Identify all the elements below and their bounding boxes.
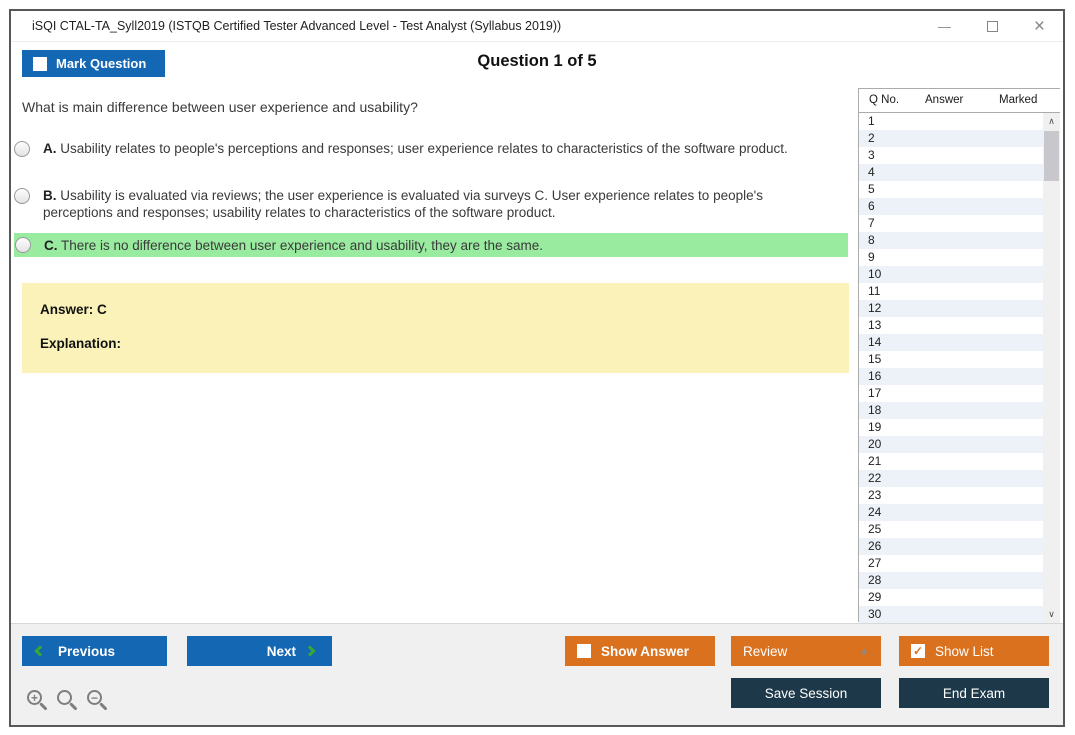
previous-button[interactable]: Previous: [22, 636, 167, 666]
option-a-body: Usability relates to people's perception…: [60, 141, 788, 156]
chevron-left-icon: [34, 645, 46, 657]
show-answer-button[interactable]: Show Answer: [565, 636, 715, 666]
question-list-row[interactable]: 11: [859, 283, 1044, 300]
question-counter: Question 1 of 5: [477, 52, 597, 70]
minimize-icon[interactable]: —: [938, 20, 951, 33]
zoom-in-icon[interactable]: +: [27, 690, 42, 705]
question-list-row[interactable]: 21: [859, 453, 1044, 470]
end-exam-label: End Exam: [942, 685, 1006, 701]
option-c-radio[interactable]: [15, 237, 31, 253]
maximize-icon[interactable]: [986, 21, 998, 32]
question-text: What is main difference between user exp…: [22, 99, 418, 115]
question-list-row[interactable]: 29: [859, 589, 1044, 606]
chevron-right-icon: [304, 645, 316, 657]
option-a-letter: A.: [43, 141, 57, 156]
end-exam-button[interactable]: End Exam: [899, 678, 1049, 708]
question-list-row[interactable]: 15: [859, 351, 1044, 368]
answer-box: Answer: C Explanation:: [22, 283, 849, 373]
question-list-row[interactable]: 17: [859, 385, 1044, 402]
option-b-letter: B.: [43, 188, 57, 203]
question-list-row[interactable]: 7: [859, 215, 1044, 232]
question-list-row[interactable]: 5: [859, 181, 1044, 198]
window-controls: — ×: [938, 11, 1045, 42]
review-dropdown[interactable]: Review ▲: [731, 636, 881, 666]
close-icon[interactable]: ×: [1034, 17, 1045, 36]
question-list-rows: 1 2 3 4 5 6 7 8 9 10 11 12 13 14 15 16 17 18 19 20 21 22 23 24 2…: [859, 113, 1044, 623]
title-bar: iSQI CTAL-TA_Syll2019 (ISTQB Certified T…: [11, 11, 1063, 42]
question-list-row[interactable]: 12: [859, 300, 1044, 317]
save-session-button[interactable]: Save Session: [731, 678, 881, 708]
option-b-text: B. Usability is evaluated via reviews; t…: [43, 187, 831, 221]
explanation-label: Explanation:: [40, 336, 122, 351]
question-list-row[interactable]: 3: [859, 147, 1044, 164]
option-c-text: C. There is no difference between user e…: [44, 237, 543, 254]
answer-label: Answer: C: [40, 302, 107, 317]
option-a-radio[interactable]: [14, 141, 30, 157]
zoom-in-sign: +: [30, 690, 38, 705]
question-list-row[interactable]: 19: [859, 419, 1044, 436]
footer-bar: Previous Next Show Answer Review ▲ ✓ Sho…: [11, 623, 1063, 725]
option-c-letter: C.: [44, 237, 58, 253]
question-list-row[interactable]: 9: [859, 249, 1044, 266]
question-list-row[interactable]: 20: [859, 436, 1044, 453]
show-list-checkbox[interactable]: ✓: [911, 644, 925, 658]
scrollbar-thumb[interactable]: [1044, 131, 1059, 181]
zoom-out-icon[interactable]: −: [87, 690, 102, 705]
question-list-row[interactable]: 13: [859, 317, 1044, 334]
zoom-out-sign: −: [90, 690, 98, 705]
option-b[interactable]: B. Usability is evaluated via reviews; t…: [14, 187, 848, 221]
question-list-row[interactable]: 30: [859, 606, 1044, 623]
window-title: iSQI CTAL-TA_Syll2019 (ISTQB Certified T…: [32, 19, 562, 33]
question-list-row[interactable]: 28: [859, 572, 1044, 589]
option-c[interactable]: C. There is no difference between user e…: [14, 233, 848, 257]
show-list-label: Show List: [935, 643, 994, 659]
question-list-row[interactable]: 16: [859, 368, 1044, 385]
question-list-row[interactable]: 6: [859, 198, 1044, 215]
question-list-row[interactable]: 26: [859, 538, 1044, 555]
show-answer-checkbox[interactable]: [577, 644, 591, 658]
column-header-answer: Answer: [925, 94, 964, 106]
question-list-row[interactable]: 8: [859, 232, 1044, 249]
question-list-row[interactable]: 23: [859, 487, 1044, 504]
option-a[interactable]: A. Usability relates to people's percept…: [14, 140, 848, 157]
option-b-radio[interactable]: [14, 188, 30, 204]
scroll-up-icon[interactable]: ∧: [1043, 113, 1060, 130]
zoom-toolbar: + −: [27, 690, 102, 705]
save-session-label: Save Session: [764, 685, 848, 701]
show-answer-label: Show Answer: [601, 643, 690, 659]
zoom-reset-icon[interactable]: [57, 690, 72, 705]
question-list-row[interactable]: 1: [859, 113, 1044, 130]
question-list-row[interactable]: 24: [859, 504, 1044, 521]
question-list-row[interactable]: 27: [859, 555, 1044, 572]
question-list-row[interactable]: 10: [859, 266, 1044, 283]
question-list-row[interactable]: 14: [859, 334, 1044, 351]
question-list-panel: Q No. Answer Marked 1 2 3 4 5 6 7 8 9 10 11 12 13 14 1…: [858, 88, 1060, 623]
previous-label: Previous: [58, 643, 116, 659]
question-list-row[interactable]: 4: [859, 164, 1044, 181]
option-c-body: There is no difference between user expe…: [61, 237, 544, 253]
question-list-row[interactable]: 25: [859, 521, 1044, 538]
question-list-row[interactable]: 22: [859, 470, 1044, 487]
app-window: iSQI CTAL-TA_Syll2019 (ISTQB Certified T…: [9, 9, 1065, 727]
column-header-marked: Marked: [999, 94, 1038, 106]
option-a-text: A. Usability relates to people's percept…: [43, 140, 788, 157]
question-list-scrollbar[interactable]: ∧ ∨: [1043, 113, 1060, 623]
scroll-down-icon[interactable]: ∨: [1043, 606, 1060, 623]
show-list-button[interactable]: ✓ Show List: [899, 636, 1049, 666]
option-b-body: Usability is evaluated via reviews; the …: [43, 188, 763, 220]
next-button[interactable]: Next: [187, 636, 332, 666]
question-list-header: Q No. Answer Marked: [859, 89, 1060, 113]
dropdown-arrow-icon: ▲: [859, 645, 869, 657]
question-list-row[interactable]: 18: [859, 402, 1044, 419]
question-list-row[interactable]: 2: [859, 130, 1044, 147]
review-label: Review: [743, 643, 788, 659]
next-label: Next: [266, 643, 296, 659]
column-header-qno: Q No.: [869, 94, 900, 106]
